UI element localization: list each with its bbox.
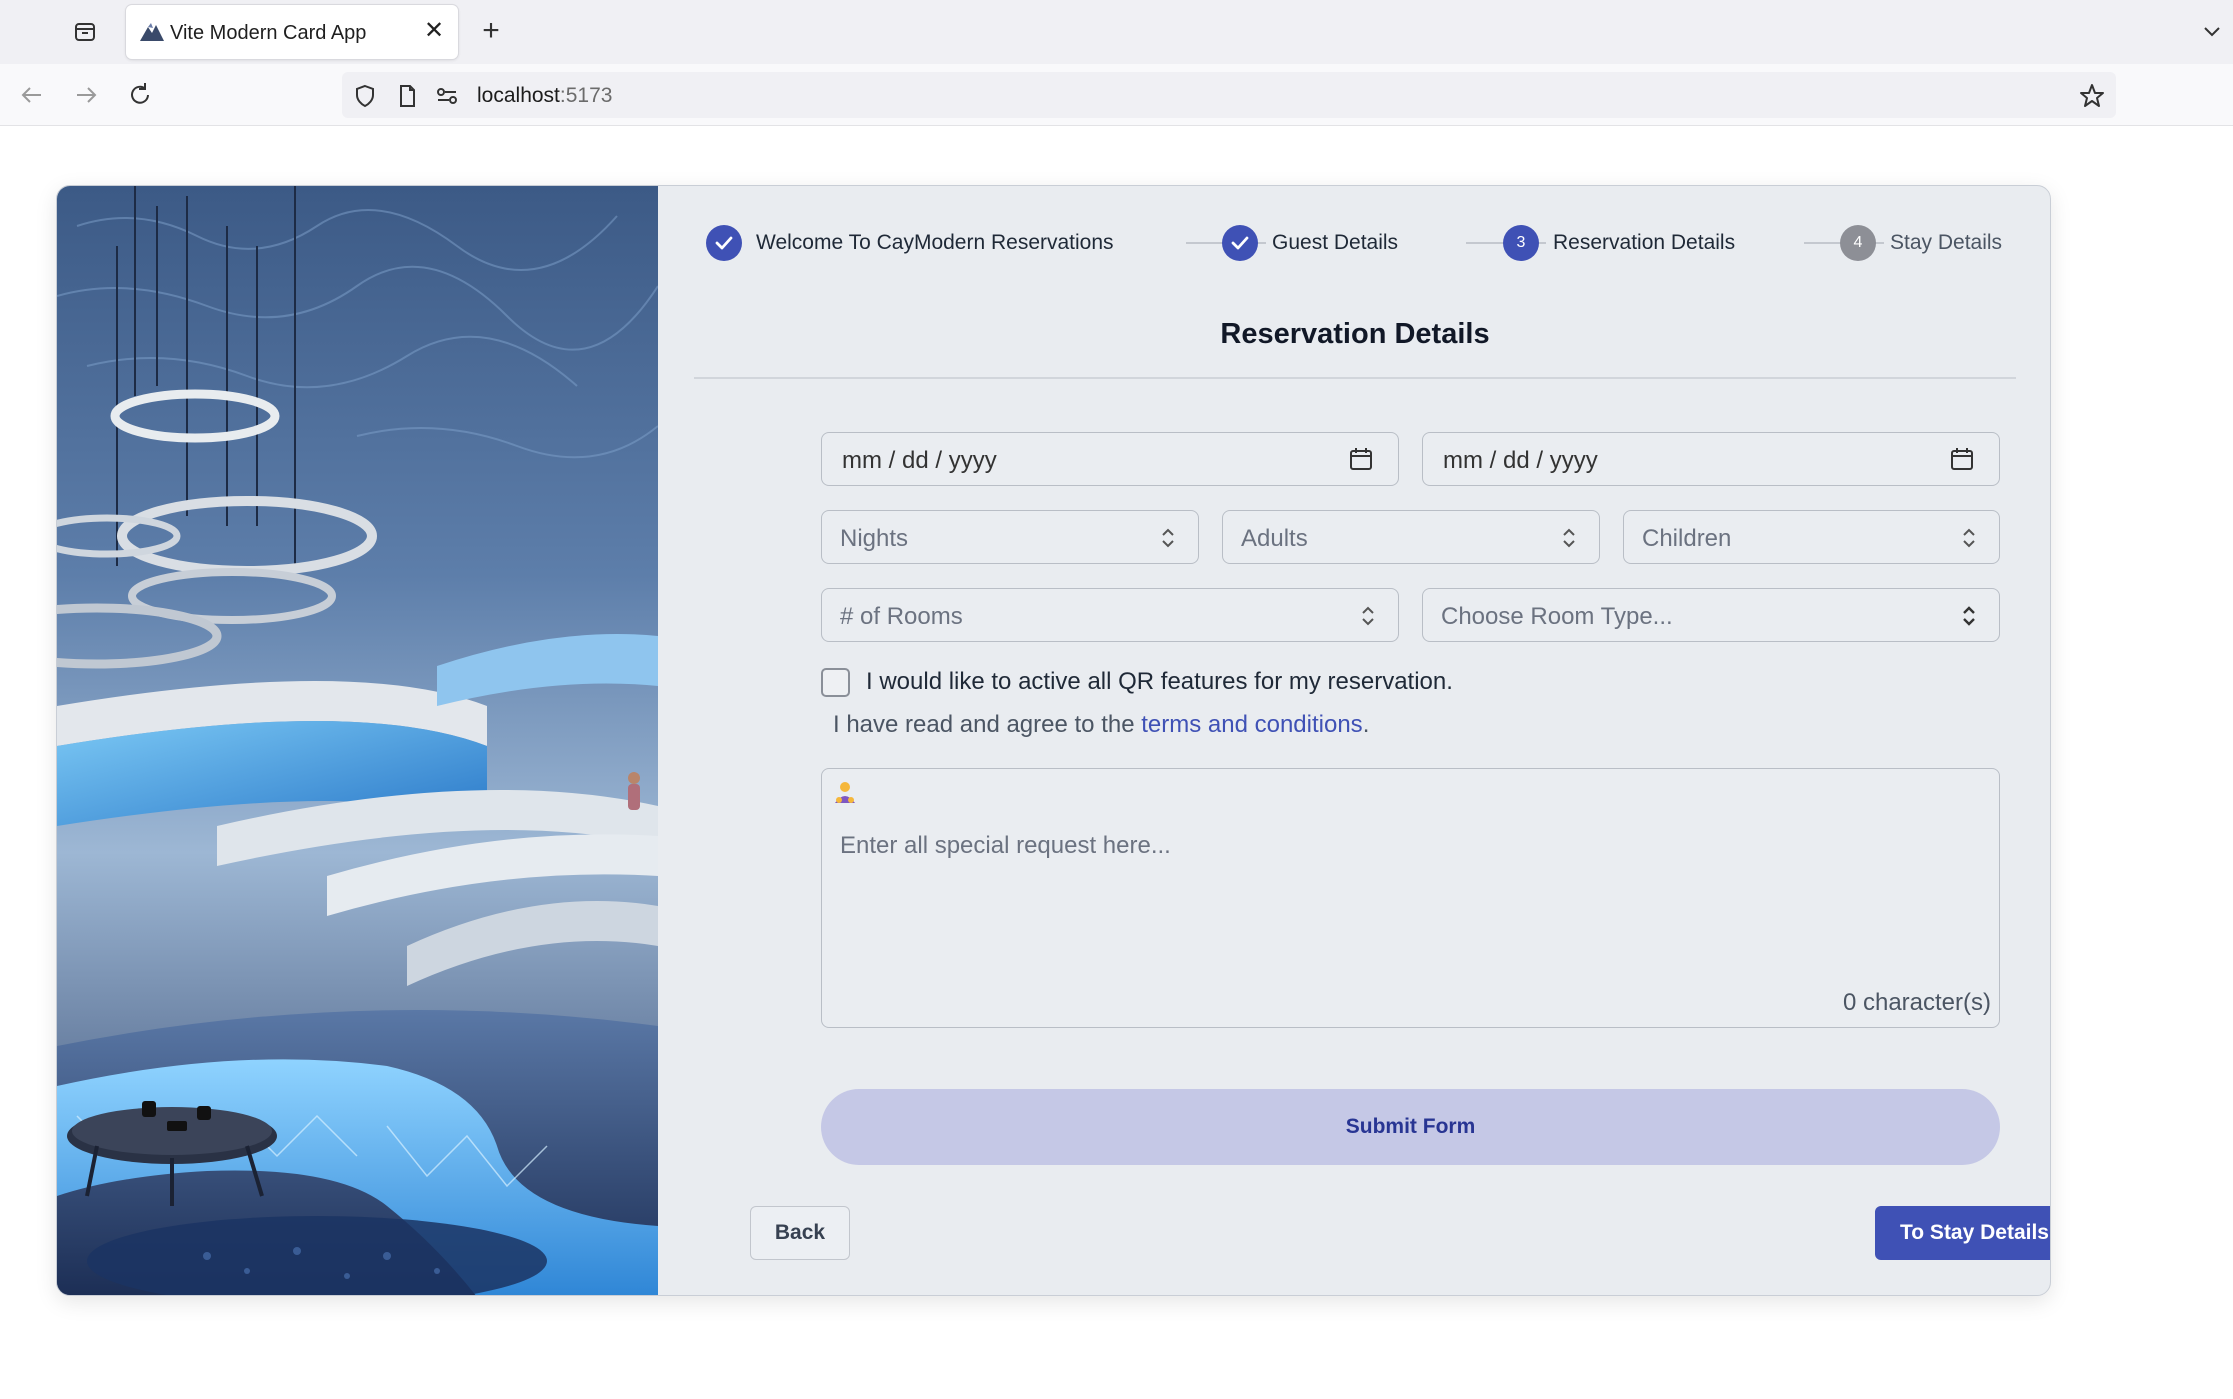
checkout-date-input[interactable]: mm / dd / yyyy [1422,432,2000,486]
stepper-arrows-icon[interactable] [1358,603,1378,629]
person-emoji-icon [832,779,858,805]
check-icon [1222,225,1258,261]
room-type-placeholder: Choose Room Type... [1441,603,1673,630]
step-reservation-details: 3 Reservation Details [1503,224,1735,262]
terms-text: I have read and agree to the terms and c… [833,711,1369,739]
hotel-lobby-image [57,186,658,1295]
special-request-placeholder: Enter all special request here... [840,832,1171,859]
tab-title: Vite Modern Card App [170,22,367,44]
terms-link[interactable]: terms and conditions [1141,711,1362,738]
to-stay-details-button[interactable]: To Stay Details [1875,1206,2050,1260]
stepper-arrows-icon[interactable] [1959,525,1979,551]
terms-suffix: . [1362,711,1370,738]
qr-features-row: I would like to active all QR features f… [821,666,1453,698]
step-label: Stay Details [1890,231,2003,254]
step-number: 4 [1840,225,1876,261]
step-welcome: Welcome To CayModern Reservations [706,224,1114,262]
nights-input[interactable]: Nights [821,510,1199,564]
form-panel: Welcome To CayModern Reservations Guest … [658,186,2050,1295]
checkin-date-input[interactable]: mm / dd / yyyy [821,432,1399,486]
step-label: Reservation Details [1553,231,1736,254]
close-tab-icon[interactable]: ✕ [420,17,448,45]
adults-input[interactable]: Adults [1222,510,1600,564]
step-label: Welcome To CayModern Reservations [756,231,1114,254]
special-request-textarea[interactable]: Enter all special request here... 0 char… [821,768,2000,1028]
url-bar[interactable]: localhost:5173 [342,72,2116,118]
qr-features-checkbox[interactable] [821,667,850,697]
character-count: 0 character(s) [1842,989,1991,1016]
reload-icon[interactable] [123,78,157,112]
back-button[interactable]: Back [750,1206,850,1260]
reservation-card: Welcome To CayModern Reservations Guest … [56,185,2051,1296]
page-icon[interactable] [394,83,420,109]
bookmark-star-icon[interactable] [2078,82,2106,110]
terms-prefix: I have read and agree to the [833,711,1142,738]
shield-icon[interactable] [352,83,378,109]
adults-placeholder: Adults [1241,525,1308,552]
calendar-icon[interactable] [1949,446,1975,472]
vite-favicon-icon [138,19,166,45]
step-number: 3 [1503,225,1539,261]
page-title: Reservation Details [1220,318,1490,350]
room-type-select[interactable]: Choose Room Type... [1422,588,2000,642]
calendar-icon[interactable] [1348,446,1374,472]
children-input[interactable]: Children [1623,510,2000,564]
step-label: Guest Details [1272,231,1399,254]
url-text: localhost:5173 [477,84,612,108]
url-port: :5173 [559,84,613,107]
stepper-arrows-icon[interactable] [1158,525,1178,551]
step-stay-details: 4 Stay Details [1840,224,2002,262]
browser-tab[interactable]: Vite Modern Card App ✕ [126,5,458,59]
rooms-placeholder: # of Rooms [840,603,963,630]
children-placeholder: Children [1642,525,1732,552]
chevron-down-icon[interactable] [2197,18,2227,46]
browser-nav-bar: localhost:5173 [0,64,2233,126]
url-host: localhost [477,84,560,107]
divider [694,377,2016,379]
check-icon [706,225,742,261]
forward-arrow-icon[interactable] [69,78,103,112]
rooms-input[interactable]: # of Rooms [821,588,1399,642]
tab-list-icon[interactable] [70,18,100,46]
new-tab-icon[interactable]: + [474,14,508,48]
step-guest-details: Guest Details [1222,224,1398,262]
date-value: mm / dd / yyyy [842,447,997,474]
submit-form-button[interactable]: Submit Form [821,1089,2000,1165]
date-value: mm / dd / yyyy [1443,447,1598,474]
back-arrow-icon[interactable] [15,78,49,112]
browser-tab-bar: Vite Modern Card App ✕ + [0,0,2233,64]
qr-features-label[interactable]: I would like to active all QR features f… [866,668,1453,696]
select-arrows-icon[interactable] [1959,603,1979,629]
stepper-arrows-icon[interactable] [1559,525,1579,551]
nights-placeholder: Nights [840,525,909,552]
permissions-icon[interactable] [434,83,460,109]
